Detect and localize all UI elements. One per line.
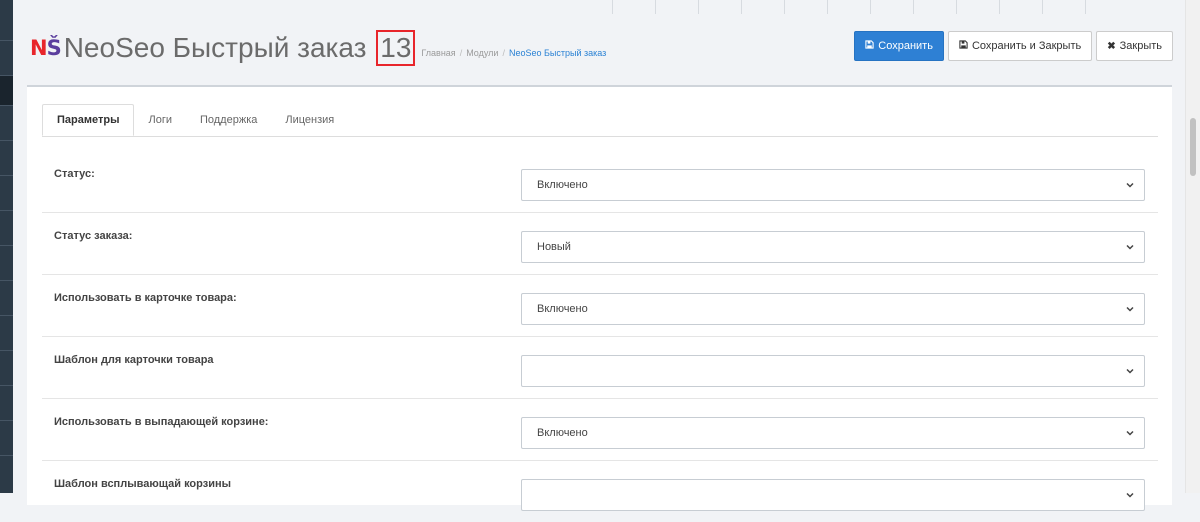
order-status-label: Статус заказа: (54, 230, 133, 242)
save-button-label: Сохранить (878, 40, 933, 52)
close-icon: ✖ (1107, 40, 1116, 52)
breadcrumb-modules[interactable]: Модули (466, 48, 498, 58)
product-card-template-label: Шаблон для карточки товара (54, 354, 214, 366)
form-row-use-product-card: Использовать в карточке товара: Включено (42, 275, 1158, 337)
use-product-card-select[interactable]: Включено (521, 293, 1145, 325)
breadcrumb-separator: / (502, 48, 505, 58)
breadcrumb-home[interactable]: Главная (421, 48, 455, 58)
scrollbar-thumb[interactable] (1190, 118, 1196, 176)
logo-letter-n: N (30, 36, 48, 60)
status-select[interactable]: Включено (521, 169, 1145, 201)
title-count-highlight: 13 (376, 30, 416, 66)
use-product-card-label: Использовать в карточке товара: (54, 292, 237, 304)
use-dropdown-cart-select-value: Включено (537, 427, 588, 439)
tab-logs[interactable]: Логи (134, 104, 186, 136)
settings-form: Статус: Включено Статус заказа: Новый Ис… (42, 151, 1158, 522)
settings-panel: Параметры Логи Поддержка Лицензия Статус… (27, 85, 1172, 511)
use-dropdown-cart-select[interactable]: Включено (521, 417, 1145, 449)
page-header: NŠ NeoSeo Быстрый заказ 13 Главная / Модул… (30, 28, 606, 68)
form-row-status: Статус: Включено (42, 151, 1158, 213)
status-label: Статус: (54, 168, 95, 180)
order-status-select[interactable]: Новый (521, 231, 1145, 263)
chevron-down-icon (1126, 244, 1134, 250)
page-title: NeoSeo Быстрый заказ 13 (64, 28, 416, 68)
popup-cart-template-label: Шаблон всплывающай корзины (54, 478, 231, 490)
save-icon (865, 40, 874, 52)
use-product-card-select-value: Включено (537, 303, 588, 315)
form-row-popup-cart-template: Шаблон всплывающай корзины (42, 461, 1158, 522)
status-select-value: Включено (537, 179, 588, 191)
breadcrumb-current[interactable]: NeoSeo Быстрый заказ (509, 48, 606, 58)
action-toolbar: Сохранить Сохранить и Закрыть ✖ Закрыть (854, 31, 1173, 61)
save-and-close-button[interactable]: Сохранить и Закрыть (947, 31, 1093, 61)
chevron-down-icon (1126, 306, 1134, 312)
logo-letter-s: Š (46, 36, 62, 60)
chevron-down-icon (1126, 430, 1134, 436)
tab-parameters[interactable]: Параметры (42, 104, 135, 136)
left-sidebar (0, 0, 13, 493)
neoseo-logo: NŠ (30, 36, 62, 60)
save-icon (959, 40, 968, 52)
close-button[interactable]: ✖ Закрыть (1096, 31, 1173, 61)
chevron-down-icon (1126, 492, 1134, 498)
top-toolbar-strip (612, 0, 1128, 14)
close-button-label: Закрыть (1119, 40, 1162, 52)
page-title-text: NeoSeo Быстрый заказ (63, 32, 367, 63)
sidebar-active-item[interactable] (0, 75, 13, 105)
order-status-select-value: Новый (537, 241, 571, 253)
chevron-down-icon (1126, 182, 1134, 188)
popup-cart-template-select[interactable] (521, 479, 1145, 511)
save-button[interactable]: Сохранить (854, 31, 944, 61)
page-scrollbar[interactable] (1185, 0, 1200, 493)
form-row-product-card-template: Шаблон для карточки товара (42, 337, 1158, 399)
form-row-use-dropdown-cart: Использовать в выпадающей корзине: Включ… (42, 399, 1158, 461)
use-dropdown-cart-label: Использовать в выпадающей корзине: (54, 416, 269, 428)
chevron-down-icon (1126, 368, 1134, 374)
breadcrumb: Главная / Модули / NeoSeo Быстрый заказ (421, 48, 606, 58)
tabs-bar: Параметры Логи Поддержка Лицензия (42, 104, 1158, 137)
form-row-order-status: Статус заказа: Новый (42, 213, 1158, 275)
product-card-template-select[interactable] (521, 355, 1145, 387)
save-and-close-button-label: Сохранить и Закрыть (971, 40, 1082, 52)
tab-license[interactable]: Лицензия (271, 104, 348, 136)
breadcrumb-separator: / (459, 48, 463, 58)
tab-support[interactable]: Поддержка (186, 104, 271, 136)
